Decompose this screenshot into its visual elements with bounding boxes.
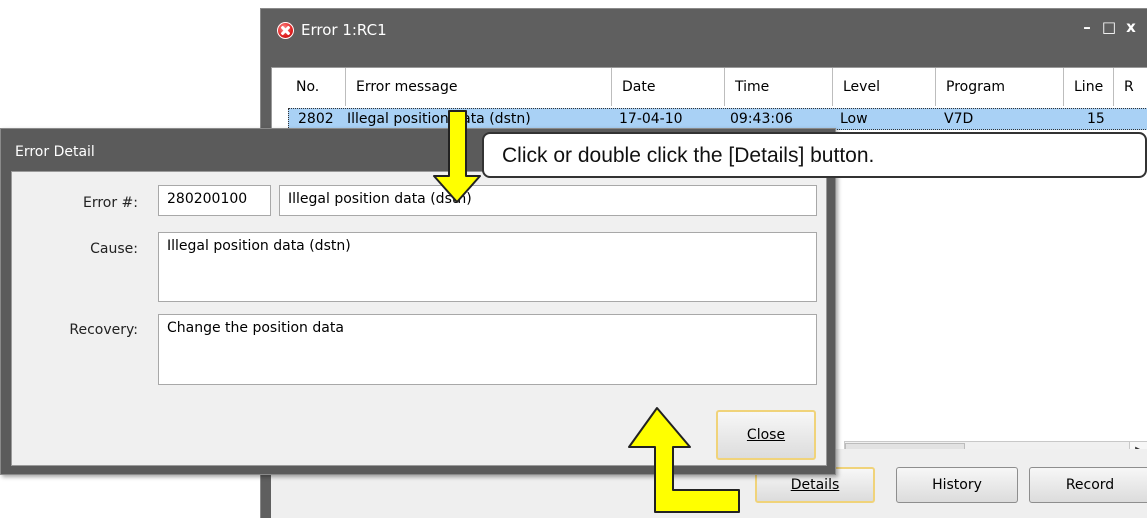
annotation-arrows (433, 110, 740, 513)
down-arrow-icon (433, 110, 481, 203)
up-arrow-icon (628, 407, 740, 513)
